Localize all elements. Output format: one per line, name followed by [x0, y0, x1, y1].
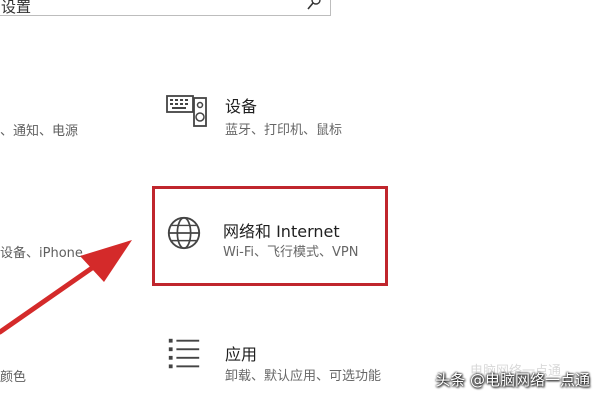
personalize-tile-desc: 颜色 — [0, 370, 27, 385]
tile-devices-title: 设备 — [225, 97, 258, 116]
highlight-rectangle — [152, 186, 388, 286]
keyboard-speaker-icon — [166, 95, 207, 127]
tile-apps-desc: 卸载、默认应用、可选功能 — [225, 369, 382, 384]
tile-devices[interactable]: 设备 蓝牙、打印机、鼠标 — [160, 88, 400, 148]
search-icon[interactable] — [306, 0, 322, 11]
tile-devices-desc: 蓝牙、打印机、鼠标 — [225, 123, 343, 138]
tile-apps[interactable]: 应用 卸载、默认应用、可选功能 — [160, 335, 410, 395]
search-input-text: 设置 — [1, 0, 32, 16]
watermark: 头条 @电脑网络一点通 — [435, 371, 590, 389]
system-tile-desc: 、通知、电源 — [0, 124, 79, 139]
search-input[interactable]: 设置 — [0, 0, 331, 16]
red-arrow-annotation — [0, 240, 132, 335]
tile-apps-title: 应用 — [225, 345, 258, 364]
apps-list-icon — [168, 338, 200, 369]
